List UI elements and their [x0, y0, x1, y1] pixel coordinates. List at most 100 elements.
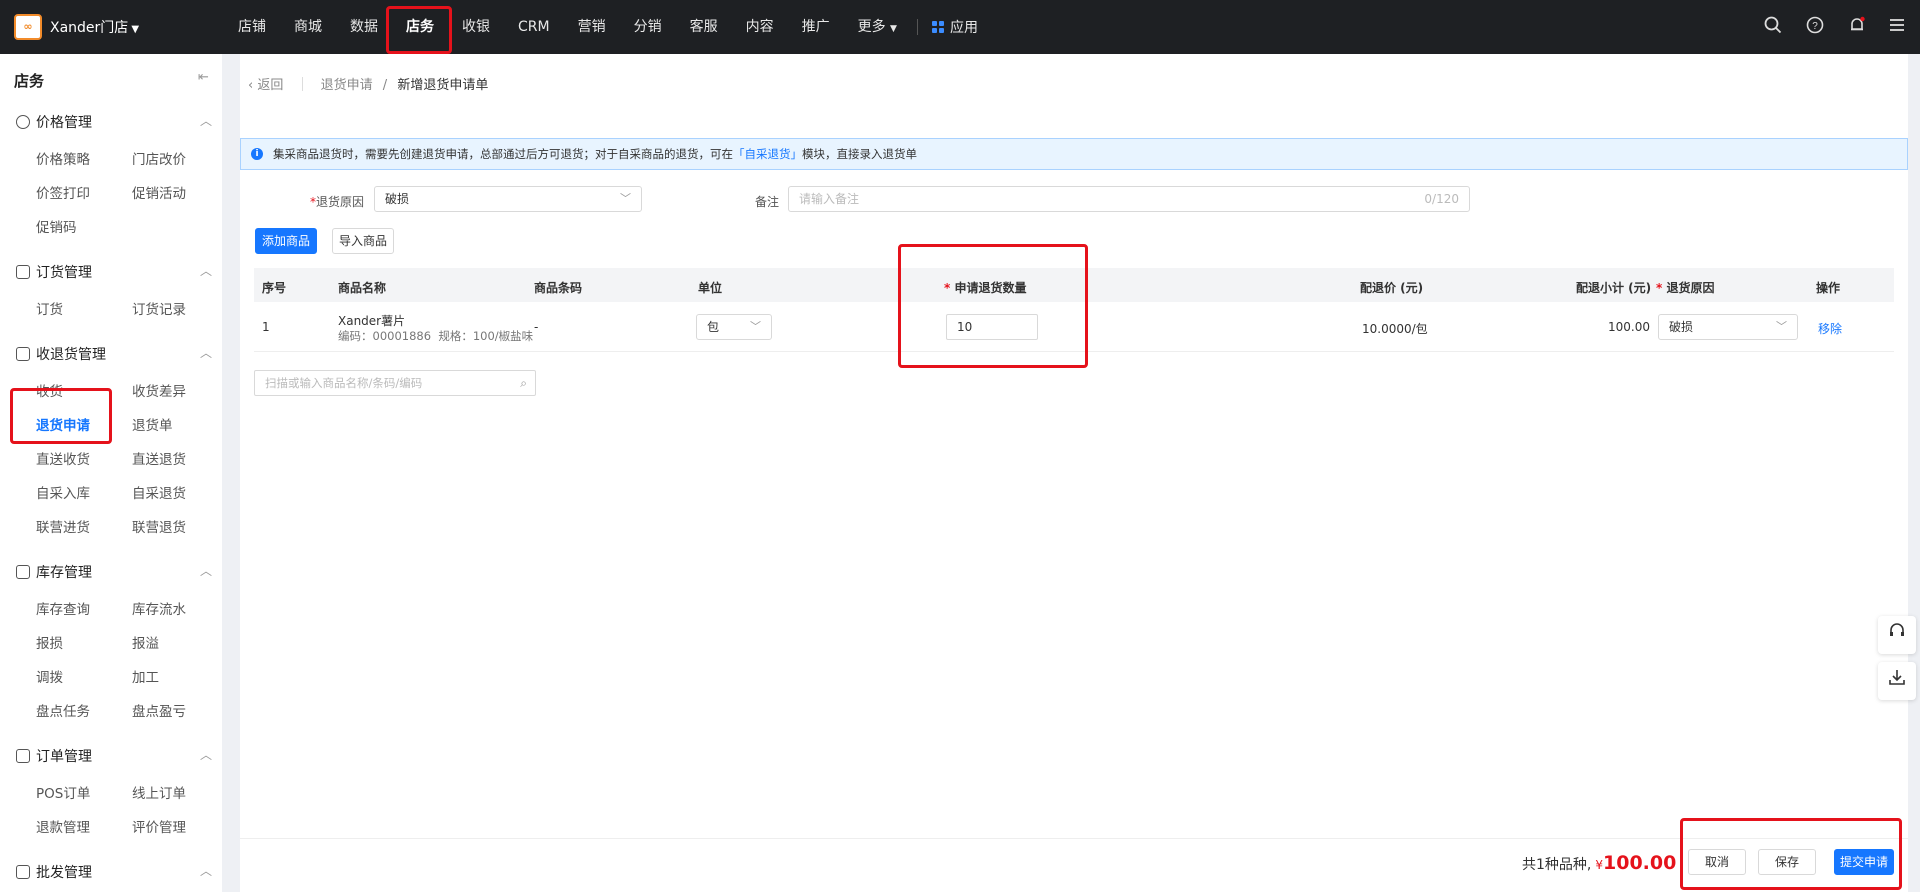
- row-return-reason-select[interactable]: 破损 ﹀: [1658, 314, 1798, 340]
- nav-marketing[interactable]: 营销: [564, 0, 620, 54]
- chevron-down-icon: ﹀: [620, 192, 631, 205]
- sidebar-item-review-management[interactable]: 评价管理: [132, 816, 186, 836]
- highlight-box-sidebar: [10, 388, 112, 444]
- menu-icon[interactable]: [1886, 16, 1908, 38]
- chevron-down-icon: ▼: [131, 24, 140, 35]
- row-barcode: -: [534, 320, 539, 334]
- collapse-sidebar-icon[interactable]: ⇤: [198, 70, 209, 85]
- sidebar-item-ordering-records[interactable]: 订货记录: [132, 298, 186, 318]
- group-order-management[interactable]: 订单管理 ︿: [16, 746, 212, 766]
- sidebar-item-receiving-discrepancy[interactable]: 收货差异: [132, 380, 186, 400]
- nav-crm[interactable]: CRM: [504, 0, 564, 54]
- nav-data[interactable]: 数据: [336, 0, 392, 54]
- sidebar-item-processing[interactable]: 加工: [132, 666, 159, 686]
- nav-more[interactable]: 更多 ▼: [844, 0, 911, 54]
- breadcrumb-divider: [301, 77, 303, 91]
- sidebar-item-self-purchase-inbound[interactable]: 自采入库: [36, 482, 90, 502]
- group-inventory-management[interactable]: 库存管理 ︿: [16, 562, 212, 582]
- download-icon[interactable]: [1878, 662, 1916, 700]
- chevron-left-icon: ‹: [248, 78, 254, 93]
- sidebar-item-overflow-report[interactable]: 报溢: [132, 632, 159, 652]
- product-search-input[interactable]: 扫描或输入商品名称/条码/编码 ⌕: [254, 370, 536, 396]
- sidebar-item-store-price-change[interactable]: 门店改价: [132, 148, 186, 168]
- sidebar-item-joint-purchase[interactable]: 联营进货: [36, 516, 90, 536]
- sidebar-item-promotions[interactable]: 促销活动: [132, 182, 186, 202]
- sidebar-item-ordering[interactable]: 订货: [36, 298, 63, 318]
- chevron-up-icon: ︿: [199, 748, 212, 762]
- search-icon: ⌕: [520, 376, 527, 390]
- sidebar-item-pos-orders[interactable]: POS订单: [36, 782, 90, 802]
- col-action: 操作: [1816, 281, 1841, 295]
- chevron-down-icon: ﹀: [750, 320, 761, 333]
- sidebar-item-direct-receiving[interactable]: 直送收货: [36, 448, 90, 468]
- breadcrumb-parent[interactable]: 退货申请: [321, 78, 373, 93]
- col-unit: 单位: [698, 281, 723, 295]
- chevron-up-icon: ︿: [199, 564, 212, 578]
- sidebar-item-self-purchase-return[interactable]: 自采退货: [132, 482, 186, 502]
- row-return-price: 10.0000/包: [1362, 322, 1428, 336]
- headset-icon[interactable]: [1878, 616, 1916, 654]
- sidebar-item-direct-return[interactable]: 直送退货: [132, 448, 186, 468]
- highlight-box-actions: [1680, 818, 1902, 890]
- nav-service[interactable]: 客服: [676, 0, 732, 54]
- sidebar-item-refund-management[interactable]: 退款管理: [36, 816, 90, 836]
- sidebar-item-transfer[interactable]: 调拨: [36, 666, 63, 686]
- chevron-up-icon: ︿: [199, 864, 212, 878]
- remove-row-button[interactable]: 移除: [1818, 320, 1842, 337]
- group-wholesale-management[interactable]: 批发管理 ︿: [16, 862, 212, 882]
- chevron-down-icon: ▼: [890, 24, 897, 34]
- receiving-icon: [16, 347, 30, 361]
- sidebar: 店务 ⇤ 价格管理 ︿ 价格策略 门店改价 价签打印 促销活动 促销码 订货管理 ︿…: [0, 54, 222, 892]
- store-switcher[interactable]: Xander门店 ▼: [50, 17, 139, 37]
- sidebar-item-price-strategy[interactable]: 价格策略: [36, 148, 90, 168]
- sidebar-item-inventory-flow[interactable]: 库存流水: [132, 598, 186, 618]
- import-product-button[interactable]: 导入商品: [332, 228, 394, 254]
- order-icon: [16, 265, 30, 279]
- nav-promotion[interactable]: 推广: [788, 0, 844, 54]
- col-product-name: 商品名称: [338, 281, 387, 295]
- info-notice: i 集采商品退货时，需要先创建退货申请，总部通过后方可退货；对于自采商品的退货，…: [240, 138, 1908, 170]
- bell-icon[interactable]: [1846, 16, 1868, 38]
- nav-apps[interactable]: 应用: [924, 17, 986, 37]
- row-subtotal: 100.00: [1608, 320, 1650, 334]
- search-icon[interactable]: [1762, 16, 1784, 38]
- sidebar-item-inventory-query[interactable]: 库存查询: [36, 598, 90, 618]
- group-ordering-management[interactable]: 订货管理 ︿: [16, 262, 212, 282]
- help-icon[interactable]: ?: [1804, 16, 1826, 38]
- group-price-management[interactable]: 价格管理 ︿: [16, 112, 212, 132]
- row-product-meta: 编码：00001886 规格：100/椒盐味: [338, 329, 534, 343]
- sidebar-title: 店务: [14, 72, 45, 90]
- sidebar-item-promo-code[interactable]: 促销码: [36, 216, 77, 236]
- nav-distribution[interactable]: 分销: [620, 0, 676, 54]
- sidebar-item-return-order[interactable]: 退货单: [132, 414, 173, 434]
- sidebar-item-stocktake-task[interactable]: 盘点任务: [36, 700, 90, 720]
- self-purchase-return-link[interactable]: 「自采退货」: [733, 147, 802, 161]
- chevron-up-icon: ︿: [199, 346, 212, 360]
- store-logo: ∞: [14, 14, 42, 40]
- nav-mall[interactable]: 商城: [280, 0, 336, 54]
- col-return-price: 配退价 (元): [1360, 281, 1424, 295]
- sidebar-item-online-orders[interactable]: 线上订单: [132, 782, 186, 802]
- add-product-button[interactable]: 添加商品: [255, 228, 317, 254]
- sidebar-item-stocktake-pnl[interactable]: 盘点盈亏: [132, 700, 186, 720]
- top-navigation-bar: ∞ Xander门店 ▼ 店铺 商城 数据 店务 收银 CRM 营销 分销 客服 …: [0, 0, 1920, 54]
- col-subtotal: 配退小计 (元): [1576, 281, 1652, 295]
- sidebar-item-joint-return[interactable]: 联营退货: [132, 516, 186, 536]
- nav-store[interactable]: 店铺: [224, 0, 280, 54]
- row-unit-select[interactable]: 包 ﹀: [696, 314, 772, 340]
- nav-cashier[interactable]: 收银: [448, 0, 504, 54]
- inventory-icon: [16, 565, 30, 579]
- sidebar-item-loss-report[interactable]: 报损: [36, 632, 63, 652]
- svg-text:?: ?: [1812, 21, 1818, 32]
- main-nav: 店铺 商城 数据 店务 收银 CRM 营销 分销 客服 内容 推广 更多 ▼ 应…: [224, 0, 986, 54]
- sidebar-item-price-tag-print[interactable]: 价签打印: [36, 182, 90, 202]
- row-seq: 1: [262, 320, 270, 334]
- nav-content[interactable]: 内容: [732, 0, 788, 54]
- breadcrumb-separator: /: [382, 78, 388, 93]
- return-reason-select[interactable]: 破损 ﹀: [374, 186, 642, 212]
- back-link[interactable]: ‹ 返回: [248, 78, 283, 93]
- group-receiving-returns[interactable]: 收退货管理 ︿: [16, 344, 212, 364]
- remark-input[interactable]: 请输入备注 0/120: [788, 186, 1470, 212]
- remark-label: 备注: [755, 195, 780, 209]
- highlight-box-qty: [898, 244, 1088, 368]
